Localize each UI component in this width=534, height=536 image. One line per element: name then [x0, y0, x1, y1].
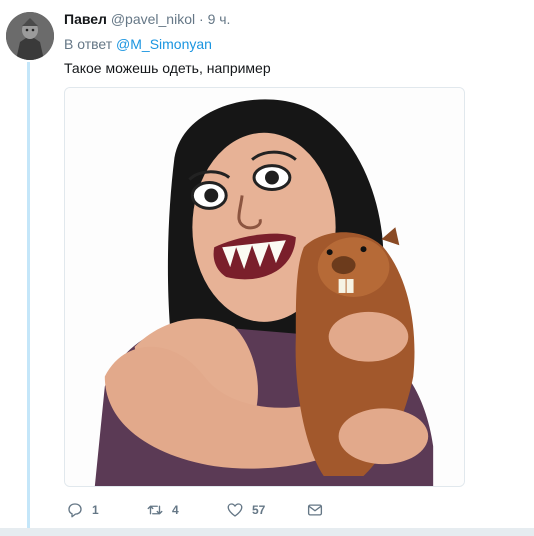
direct-message-button[interactable] — [306, 500, 324, 520]
retweet-icon — [147, 505, 163, 515]
caricature-image — [65, 88, 464, 486]
thread-line — [27, 62, 30, 536]
tweet-text: Такое можешь одеть, например — [64, 60, 271, 76]
like-button[interactable]: 57 — [226, 500, 265, 520]
retweet-button[interactable]: 4 — [146, 500, 179, 520]
reply-mention-link[interactable]: @M_Simonyan — [116, 36, 212, 52]
retweet-count: 4 — [172, 503, 179, 517]
reply-button[interactable]: 1 — [66, 500, 99, 520]
avatar[interactable] — [6, 12, 54, 60]
separator-dot: · — [199, 11, 204, 27]
envelope-icon — [307, 504, 323, 516]
tweet-media[interactable] — [64, 87, 465, 487]
author-handle[interactable]: @pavel_nikol — [111, 11, 195, 27]
tweet-header: Павел @pavel_nikol · 9 ч. — [64, 10, 230, 28]
avatar-image — [6, 12, 54, 60]
reply-prefix: В ответ — [64, 36, 113, 52]
reply-icon — [68, 503, 82, 518]
tweet-actions: 1 4 57 — [64, 500, 364, 520]
author-name[interactable]: Павел — [64, 11, 107, 27]
heart-icon — [227, 503, 243, 517]
reply-count: 1 — [92, 503, 99, 517]
like-count: 57 — [252, 503, 266, 517]
reply-context: В ответ @M_Simonyan — [64, 35, 212, 53]
timestamp[interactable]: 9 ч. — [208, 11, 231, 27]
timeline-divider — [0, 528, 534, 536]
